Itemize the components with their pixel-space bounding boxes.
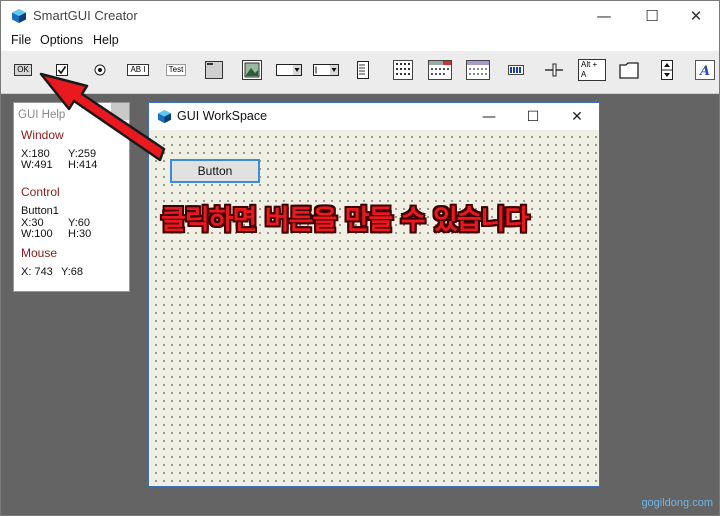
maximize-icon: ☐ [645, 7, 659, 25]
mouse-y: Y:68 [61, 266, 84, 278]
design-grid-canvas[interactable]: Button [149, 130, 599, 486]
tool-hotkey[interactable]: Alt + A [578, 59, 606, 81]
tool-slider[interactable] [543, 59, 565, 81]
help-panel-title: GUI Help [18, 109, 66, 121]
gui-workspace-window: GUI WorkSpace — ☐ ✕ Button [148, 102, 600, 487]
tool-tab[interactable] [618, 59, 640, 81]
tool-text[interactable]: Test [165, 59, 187, 81]
combobox-icon [313, 64, 339, 76]
workspace-maximize-button[interactable]: ☐ [511, 103, 555, 130]
slider-icon [545, 63, 563, 77]
workspace-title: GUI WorkSpace [177, 109, 268, 123]
menu-file[interactable]: File [11, 33, 31, 47]
svg-text:A: A [698, 64, 710, 79]
tool-combobox[interactable] [312, 59, 340, 81]
close-button[interactable]: ✕ [673, 1, 719, 31]
updown-icon [661, 60, 673, 80]
close-icon: ✕ [571, 108, 583, 125]
hotkey-icon: Alt + A [578, 59, 606, 81]
window-title: SmartGUI Creator [33, 8, 138, 23]
groupbox-icon [205, 61, 223, 79]
edit-field-icon: AB I [127, 64, 149, 76]
tool-button[interactable]: OK [12, 59, 34, 81]
watermark: gogildong.com [641, 497, 713, 509]
month-calendar-icon [466, 60, 490, 80]
tool-picture[interactable] [240, 59, 264, 81]
minimize-icon: — [596, 7, 612, 25]
tool-datetime[interactable] [427, 59, 453, 81]
tool-dropdown[interactable] [275, 59, 303, 81]
gui-help-panel: GUI Help Window X:180 Y:259 W:491 H:414 … [13, 102, 130, 292]
minimize-icon: — [482, 108, 496, 125]
tool-radio[interactable] [93, 59, 107, 81]
control-w: W:100 [21, 228, 53, 240]
menu-bar: File Options Help [1, 31, 719, 51]
font-icon: A [695, 60, 715, 80]
tool-listview[interactable] [392, 59, 414, 81]
tool-updown[interactable] [660, 59, 674, 81]
app-window: SmartGUI Creator — ☐ ✕ File Options Help… [0, 0, 720, 516]
tool-monthcal[interactable] [465, 59, 491, 81]
progress-bar-icon [508, 65, 524, 75]
maximize-button[interactable]: ☐ [629, 1, 675, 31]
folder-tab-icon [619, 62, 639, 79]
control-h: H:30 [68, 228, 92, 240]
tool-progress[interactable] [507, 59, 525, 81]
listview-icon [393, 60, 413, 80]
title-bar: SmartGUI Creator — ☐ ✕ [1, 1, 719, 31]
window-heading: Window [21, 128, 64, 142]
tool-checkbox[interactable] [55, 59, 69, 81]
maximize-icon: ☐ [526, 108, 540, 125]
picture-icon [242, 60, 262, 80]
minimize-button[interactable]: — [581, 1, 627, 31]
control-name: Button1 [21, 205, 59, 217]
checkbox-icon [56, 64, 68, 76]
text-label-icon: Test [165, 64, 187, 76]
menu-help[interactable]: Help [93, 33, 119, 47]
control-toolbar: OK AB I Test Alt + A A [1, 51, 719, 94]
ok-button-icon: OK [14, 64, 32, 76]
mouse-heading: Mouse [21, 246, 58, 260]
help-panel-close-button[interactable] [111, 103, 129, 120]
tool-listbox[interactable] [356, 59, 370, 81]
close-icon: ✕ [689, 7, 703, 25]
window-w: W:491 [21, 159, 53, 171]
workspace-cube-icon [157, 109, 172, 124]
listbox-icon [357, 61, 369, 79]
app-cube-icon [12, 9, 26, 23]
control-heading: Control [21, 185, 60, 199]
workspace-title-bar: GUI WorkSpace — ☐ ✕ [149, 103, 599, 130]
calendar-icon [428, 60, 452, 80]
workspace-minimize-button[interactable]: — [467, 103, 511, 130]
tool-groupbox[interactable] [204, 59, 224, 81]
created-button[interactable]: Button [170, 159, 260, 183]
window-h: H:414 [68, 159, 98, 171]
workspace-close-button[interactable]: ✕ [555, 103, 599, 130]
radio-icon [94, 64, 106, 76]
tool-edit[interactable]: AB I [126, 59, 150, 81]
annotation-caption: 클릭하면 버튼을 만들 수 있습니다 [161, 205, 529, 236]
dropdown-list-icon [276, 64, 302, 76]
tool-font[interactable]: A [694, 59, 716, 81]
mouse-x: X: 743 [21, 266, 53, 278]
menu-options[interactable]: Options [40, 33, 83, 47]
